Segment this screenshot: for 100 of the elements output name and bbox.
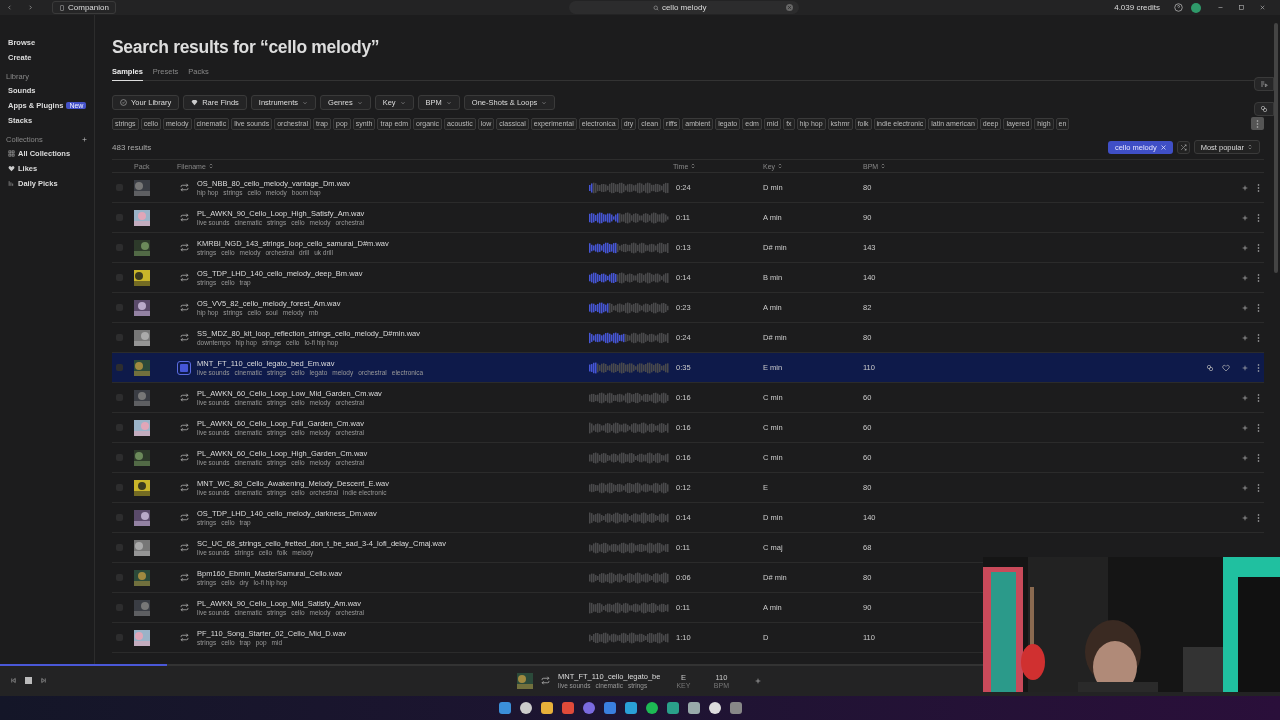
avatar[interactable]	[1191, 2, 1201, 13]
shuffle-button[interactable]	[1176, 140, 1190, 154]
skip-back-icon	[10, 677, 17, 684]
plus-icon	[1241, 243, 1249, 252]
loop-icon	[179, 423, 189, 432]
loop-icon	[179, 603, 189, 612]
loop-icon	[179, 213, 189, 222]
add-button[interactable]	[1241, 453, 1249, 462]
loop-icon	[179, 243, 189, 252]
back-button[interactable]	[6, 4, 13, 11]
loop-icon	[179, 483, 189, 492]
add-button[interactable]	[754, 676, 763, 685]
plus-icon	[1241, 483, 1249, 492]
previous-button[interactable]	[10, 677, 17, 684]
circles-icon	[1260, 105, 1268, 113]
add-button[interactable]	[1241, 183, 1249, 192]
plus-icon	[1241, 363, 1249, 372]
more-icon	[1257, 243, 1260, 252]
like-button[interactable]	[1222, 363, 1230, 372]
help-button[interactable]	[1174, 3, 1183, 12]
more-icon	[1257, 333, 1260, 342]
plus-icon	[1241, 393, 1249, 402]
app-icon[interactable]	[665, 701, 680, 715]
skip-forward-icon	[40, 677, 47, 684]
plus-icon	[1241, 513, 1249, 522]
more-icon	[1257, 213, 1260, 222]
add-button[interactable]	[1241, 423, 1249, 432]
more-icon	[1257, 183, 1260, 192]
add-button[interactable]	[1241, 483, 1249, 492]
more-button[interactable]	[1257, 393, 1260, 402]
grid-icon	[8, 150, 15, 157]
companion-button[interactable]: Companion	[52, 1, 116, 14]
queue-button[interactable]	[1254, 77, 1274, 91]
plus-icon	[754, 676, 763, 685]
stop-icon	[25, 677, 32, 684]
add-button[interactable]	[1241, 243, 1249, 252]
more-button[interactable]	[1251, 117, 1264, 130]
credits-count: 4.039 credits	[1114, 3, 1160, 12]
clear-icon[interactable]	[785, 4, 793, 11]
more-button[interactable]	[1257, 273, 1260, 282]
add-button[interactable]	[1241, 273, 1249, 282]
add-button[interactable]	[1241, 513, 1249, 522]
add-icon[interactable]	[81, 136, 88, 143]
add-button[interactable]	[1241, 333, 1249, 342]
help-icon	[1174, 3, 1183, 12]
link-icon	[1206, 363, 1214, 372]
more-button[interactable]	[1257, 333, 1260, 342]
chevron-icon	[302, 99, 309, 106]
more-button[interactable]	[1257, 363, 1260, 372]
loop-icon	[541, 676, 550, 685]
loop-icon	[179, 543, 189, 552]
close-button[interactable]	[1259, 4, 1266, 11]
add-button[interactable]	[1241, 393, 1249, 402]
plus-icon	[1241, 303, 1249, 312]
plus-icon	[1241, 453, 1249, 462]
search-input[interactable]: cello melody	[661, 3, 772, 12]
scrollbar[interactable]	[1274, 23, 1278, 273]
more-button[interactable]	[1257, 243, 1260, 252]
chevron-icon	[445, 99, 452, 106]
plus-icon	[1241, 213, 1249, 222]
similar-button[interactable]	[1254, 102, 1274, 116]
minimize-icon	[1217, 4, 1224, 11]
more-button[interactable]	[1257, 453, 1260, 462]
add-button[interactable]	[1241, 303, 1249, 312]
stop-button[interactable]	[177, 360, 191, 375]
loop-icon	[179, 453, 189, 462]
add-button[interactable]	[1241, 213, 1249, 222]
more-icon	[1257, 363, 1260, 372]
heart-icon	[8, 165, 15, 172]
page-title: Search results for “cello melody”	[112, 37, 381, 58]
loop-icon	[179, 183, 189, 192]
loop-icon	[179, 303, 189, 312]
maximize-button[interactable]	[1238, 4, 1245, 11]
loop-icon	[179, 333, 189, 342]
more-button[interactable]	[1257, 213, 1260, 222]
more-button[interactable]	[1257, 423, 1260, 432]
chevron-left-icon	[6, 4, 13, 11]
row-checkbox[interactable]	[116, 364, 123, 371]
loop-icon	[179, 633, 189, 642]
minimize-button[interactable]	[1217, 4, 1224, 11]
forward-button[interactable]	[27, 4, 34, 11]
loop-icon	[179, 393, 189, 402]
heart-icon	[1222, 363, 1230, 372]
sort-icon	[1247, 144, 1253, 150]
more-button[interactable]	[1257, 513, 1260, 522]
chevron-icon	[541, 99, 548, 106]
more-button[interactable]	[1257, 483, 1260, 492]
plus-icon	[1241, 333, 1249, 342]
more-icon	[1257, 423, 1260, 432]
link-button[interactable]	[1206, 363, 1214, 372]
check-circle-icon	[120, 99, 127, 106]
more-icon	[1256, 119, 1259, 128]
more-button[interactable]	[1257, 183, 1260, 192]
next-button[interactable]	[40, 677, 47, 684]
add-button[interactable]	[1241, 363, 1249, 372]
app-icon[interactable]	[707, 701, 722, 715]
more-button[interactable]	[1257, 303, 1260, 312]
more-icon	[1257, 453, 1260, 462]
search-bar[interactable]: cello melody	[568, 1, 799, 14]
loop-icon	[179, 573, 189, 582]
